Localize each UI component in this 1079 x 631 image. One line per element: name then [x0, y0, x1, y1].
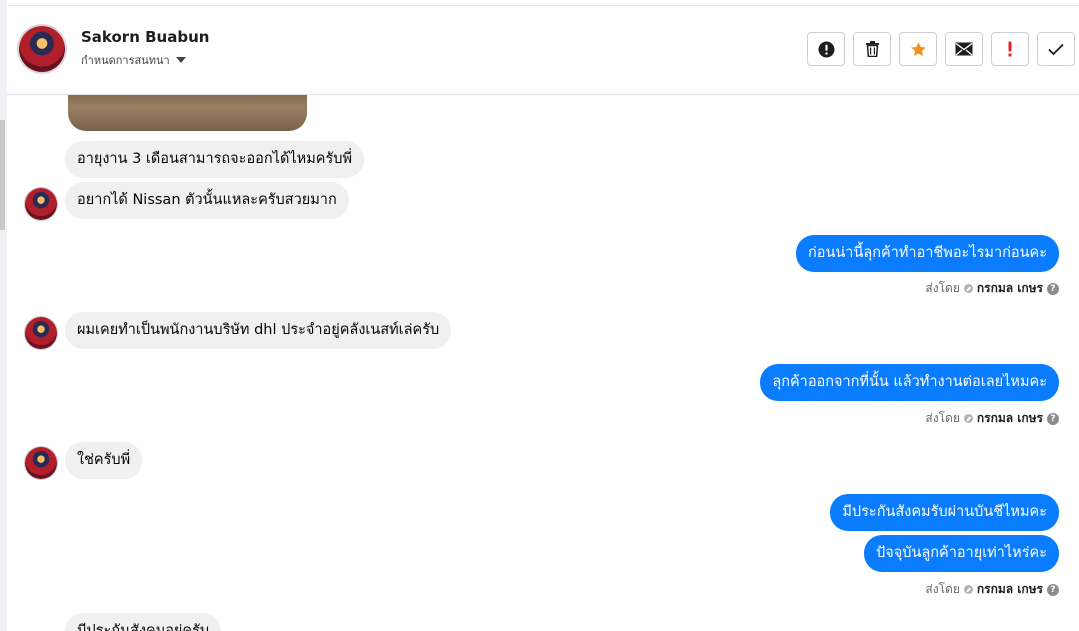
help-icon[interactable]: ? — [1047, 412, 1059, 425]
image-attachment[interactable] — [68, 95, 307, 131]
sent-by-label: ส่งโดย กรกมล เกษร ? — [925, 279, 1059, 298]
sent-by-label: ส่งโดย กรกมล เกษร ? — [925, 409, 1059, 428]
incoming-message: ผมเคยทำเป็นพนักงานบริษัท dhl ประจำอยู่คล… — [65, 312, 452, 349]
agent-name[interactable]: กรกมล เกษร — [977, 409, 1043, 428]
conversation-header: Sakorn Buabun กำหนดการสนทนา — [7, 6, 1079, 95]
incoming-message: มีประกันสังคมอยู่ครับ — [65, 613, 222, 631]
left-scrollbar[interactable] — [0, 120, 5, 230]
conversation-settings-dropdown[interactable]: กำหนดการสนทนา — [81, 51, 186, 69]
conversation-settings-label: กำหนดการสนทนา — [81, 54, 170, 67]
agent-name[interactable]: กรกมล เกษร — [977, 279, 1043, 298]
check-icon — [1048, 43, 1064, 55]
verified-icon — [963, 414, 973, 423]
verified-icon — [963, 284, 973, 293]
sent-by-prefix: ส่งโดย — [925, 281, 960, 295]
trash-icon — [865, 41, 879, 57]
agent-name[interactable]: กรกมล เกษร — [977, 580, 1043, 599]
sent-by-label: ส่งโดย กรกมล เกษร ? — [925, 580, 1059, 599]
envelope-icon — [955, 42, 973, 56]
contact-avatar-small — [25, 447, 57, 479]
contact-avatar-small — [25, 188, 57, 220]
verified-icon — [963, 585, 973, 594]
mark-unread-button[interactable] — [945, 32, 983, 66]
exclamation-icon — [1008, 41, 1012, 57]
delete-button[interactable] — [853, 32, 891, 66]
help-icon[interactable]: ? — [1047, 282, 1059, 295]
caret-down-icon — [175, 57, 186, 63]
help-icon[interactable]: ? — [1047, 583, 1059, 596]
contact-avatar[interactable] — [19, 26, 65, 72]
action-toolbar — [807, 32, 1075, 66]
incoming-message: ใช่ครับพี่ — [65, 442, 143, 479]
outgoing-message: มีประกันสังคมรับผ่านบันชีไหมคะ — [830, 494, 1059, 531]
spam-button[interactable] — [991, 32, 1029, 66]
outgoing-message: ปัจจุบันลูกค้าอายุเท่าไหร่คะ — [864, 535, 1059, 572]
contact-avatar-small — [25, 317, 57, 349]
incoming-message: อยากได้ Nissan ตัวนั้นแหละครับสวยมาก — [65, 182, 349, 219]
incoming-message: อายุงาน 3 เดือนสามารถจะออกได้ไหมครับพี่ — [65, 141, 365, 178]
report-button[interactable] — [807, 32, 845, 66]
contact-name[interactable]: Sakorn Buabun — [81, 28, 209, 46]
outgoing-message: ลุกค้าออกจากที่นั้น แล้วทำงานต่อเลยไหมคะ — [760, 364, 1059, 401]
outgoing-message: ก่อนน่านี้ลุกค้าทำอาชีพอะไรมาก่อนคะ — [796, 235, 1059, 272]
star-button[interactable] — [899, 32, 937, 66]
sent-by-prefix: ส่งโดย — [925, 582, 960, 596]
message-thread[interactable]: อายุงาน 3 เดือนสามารถจะออกได้ไหมครับพี่ … — [7, 95, 1079, 631]
exclamation-circle-icon — [818, 41, 834, 57]
sent-by-prefix: ส่งโดย — [925, 411, 960, 425]
star-icon — [910, 41, 926, 56]
mark-done-button[interactable] — [1037, 32, 1075, 66]
left-panel-edge — [0, 0, 7, 631]
